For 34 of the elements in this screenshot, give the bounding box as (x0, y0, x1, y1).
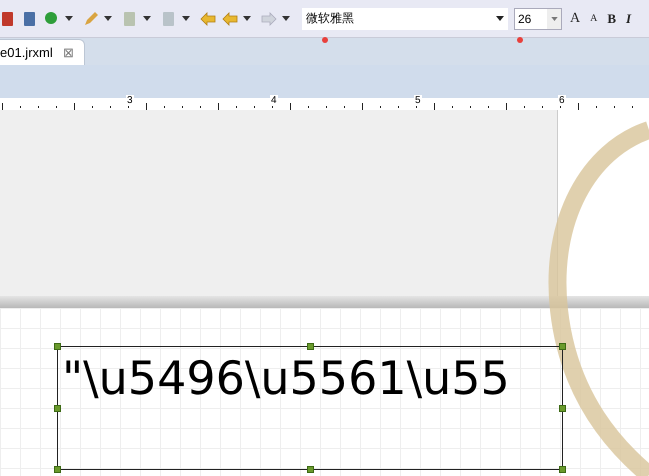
resize-handle[interactable] (307, 343, 314, 350)
close-icon[interactable]: ⊠ (62, 45, 74, 60)
font-size-field[interactable]: 26 (514, 8, 562, 30)
resize-handle[interactable] (54, 466, 61, 473)
caret-icon[interactable] (282, 16, 290, 21)
pen-icon[interactable] (83, 10, 99, 26)
marker-dot (517, 37, 523, 43)
resize-handle[interactable] (559, 405, 566, 412)
bold-button[interactable]: B (605, 10, 618, 26)
caret-icon[interactable] (65, 16, 73, 21)
caret-icon[interactable] (182, 16, 190, 21)
ruler-label: 3 (126, 95, 134, 106)
caret-icon[interactable] (243, 16, 251, 21)
resize-handle[interactable] (54, 405, 61, 412)
caret-icon[interactable] (143, 16, 151, 21)
back-icon[interactable] (222, 10, 238, 26)
shrink-button[interactable]: A (588, 13, 600, 24)
caret-icon[interactable] (496, 16, 504, 21)
ruler-label: 4 (270, 95, 278, 106)
italic-button[interactable]: I (624, 10, 634, 26)
ruler-label: 5 (414, 95, 422, 106)
grow-button[interactable]: A (568, 10, 582, 26)
ruler-label: 6 (558, 95, 566, 106)
resize-handle[interactable] (54, 343, 61, 350)
caret-icon[interactable] (104, 16, 112, 21)
resize-handle[interactable] (307, 466, 314, 473)
resize-handle[interactable] (559, 343, 566, 350)
font-field[interactable]: 微软雅黑 (302, 8, 508, 30)
marker-dot (322, 37, 328, 43)
resize-handle[interactable] (559, 466, 566, 473)
text-field[interactable]: "\u5496\u5561\u55 (57, 346, 563, 470)
forward-icon[interactable] (261, 10, 277, 26)
editor-tab[interactable]: e01.jrxml ⊠ (0, 39, 85, 65)
dropdown-button[interactable] (547, 8, 561, 28)
